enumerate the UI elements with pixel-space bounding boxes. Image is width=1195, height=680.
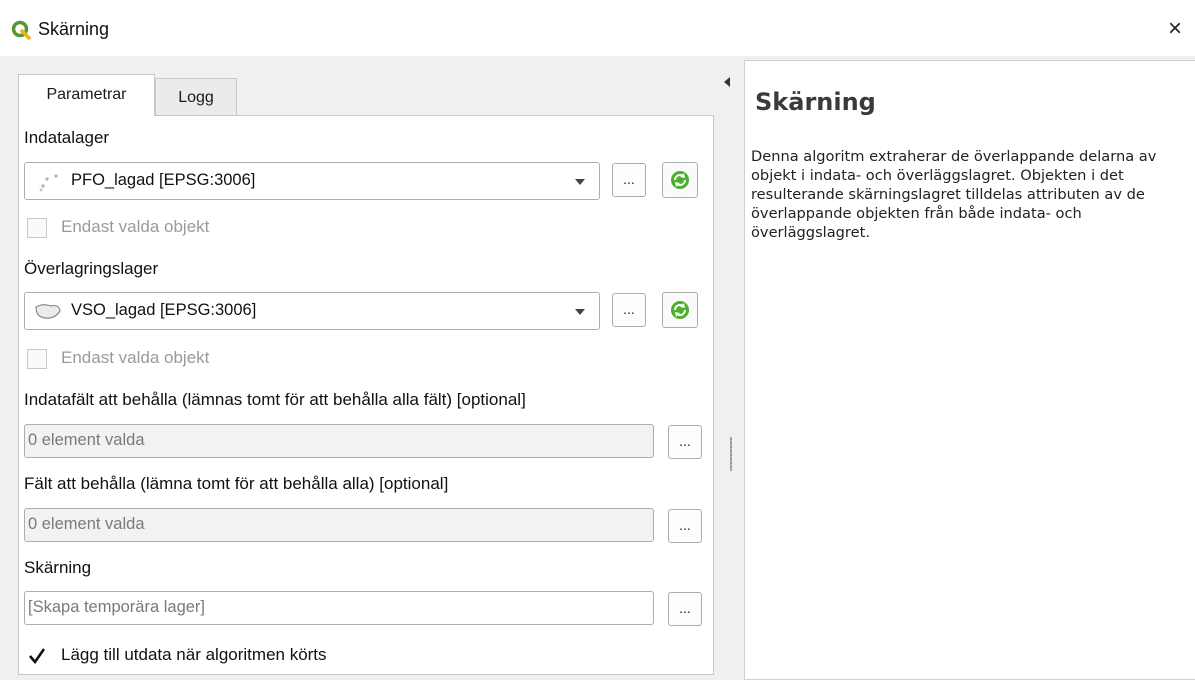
add-output-checkbox[interactable] <box>27 646 47 666</box>
overlay-layer-browse-button[interactable]: ... <box>612 293 646 327</box>
qgis-logo-icon <box>11 20 31 40</box>
input-layer-browse-button[interactable]: ... <box>612 163 646 197</box>
help-panel: Skärning Denna algoritm extraherar de öv… <box>744 60 1195 680</box>
overlay-layer-label: Överlagringslager <box>24 259 159 278</box>
input-fields-field[interactable]: 0 element valda <box>24 424 654 458</box>
checkmark-icon <box>29 648 46 665</box>
iterate-icon <box>671 301 689 319</box>
chevron-down-icon <box>575 179 585 185</box>
overlay-selected-only-label: Endast valda objekt <box>61 348 210 367</box>
close-button[interactable]: × <box>1168 14 1195 44</box>
overlay-fields-field[interactable]: 0 element valda <box>24 508 654 542</box>
add-output-label: Lägg till utdata när algoritmen körts <box>61 645 327 664</box>
point-layer-icon <box>39 174 58 192</box>
polygon-layer-icon <box>35 304 61 319</box>
output-placeholder: [Skapa temporära lager] <box>28 598 206 616</box>
input-fields-value: 0 element valda <box>28 431 145 449</box>
tab-logg[interactable]: Logg <box>155 78 237 116</box>
overlay-layer-combo[interactable]: VSO_lagad [EPSG:3006] <box>24 292 600 330</box>
input-fields-browse-button[interactable]: ... <box>668 425 702 459</box>
help-text: Denna algoritm extraherar de överlappand… <box>751 148 1157 241</box>
overlay-fields-value: 0 element valda <box>28 515 145 533</box>
collapse-help-arrow-icon[interactable] <box>724 77 730 87</box>
chevron-down-icon <box>575 309 585 315</box>
input-layer-combo[interactable]: PFO_lagad [EPSG:3006] <box>24 162 600 200</box>
title-bar: Skärning × <box>0 0 1195 56</box>
input-selected-only-label: Endast valda objekt <box>61 217 210 236</box>
input-layer-label: Indatalager <box>24 128 110 147</box>
overlay-fields-label: Fält att behålla (lämna tomt för att beh… <box>24 474 449 493</box>
output-field[interactable]: [Skapa temporära lager] <box>24 591 654 625</box>
window-title: Skärning <box>38 19 110 39</box>
input-fields-label: Indatafält att behålla (lämnas tomt för … <box>24 390 526 409</box>
tab-parametrar[interactable]: Parametrar <box>18 74 155 116</box>
output-browse-button[interactable]: ... <box>668 592 702 626</box>
iterate-icon <box>671 171 689 189</box>
overlay-fields-browse-button[interactable]: ... <box>668 509 702 543</box>
output-label: Skärning <box>24 558 92 577</box>
input-selected-only-checkbox[interactable] <box>27 218 47 238</box>
overlay-selected-only-checkbox[interactable] <box>27 349 47 369</box>
overlay-layer-value: VSO_lagad [EPSG:3006] <box>71 301 257 319</box>
help-title: Skärning <box>755 88 876 116</box>
overlay-layer-iterate-button[interactable] <box>662 292 698 328</box>
splitter-handle[interactable] <box>730 437 732 471</box>
input-layer-iterate-button[interactable] <box>662 162 698 198</box>
input-layer-value: PFO_lagad [EPSG:3006] <box>71 171 256 189</box>
